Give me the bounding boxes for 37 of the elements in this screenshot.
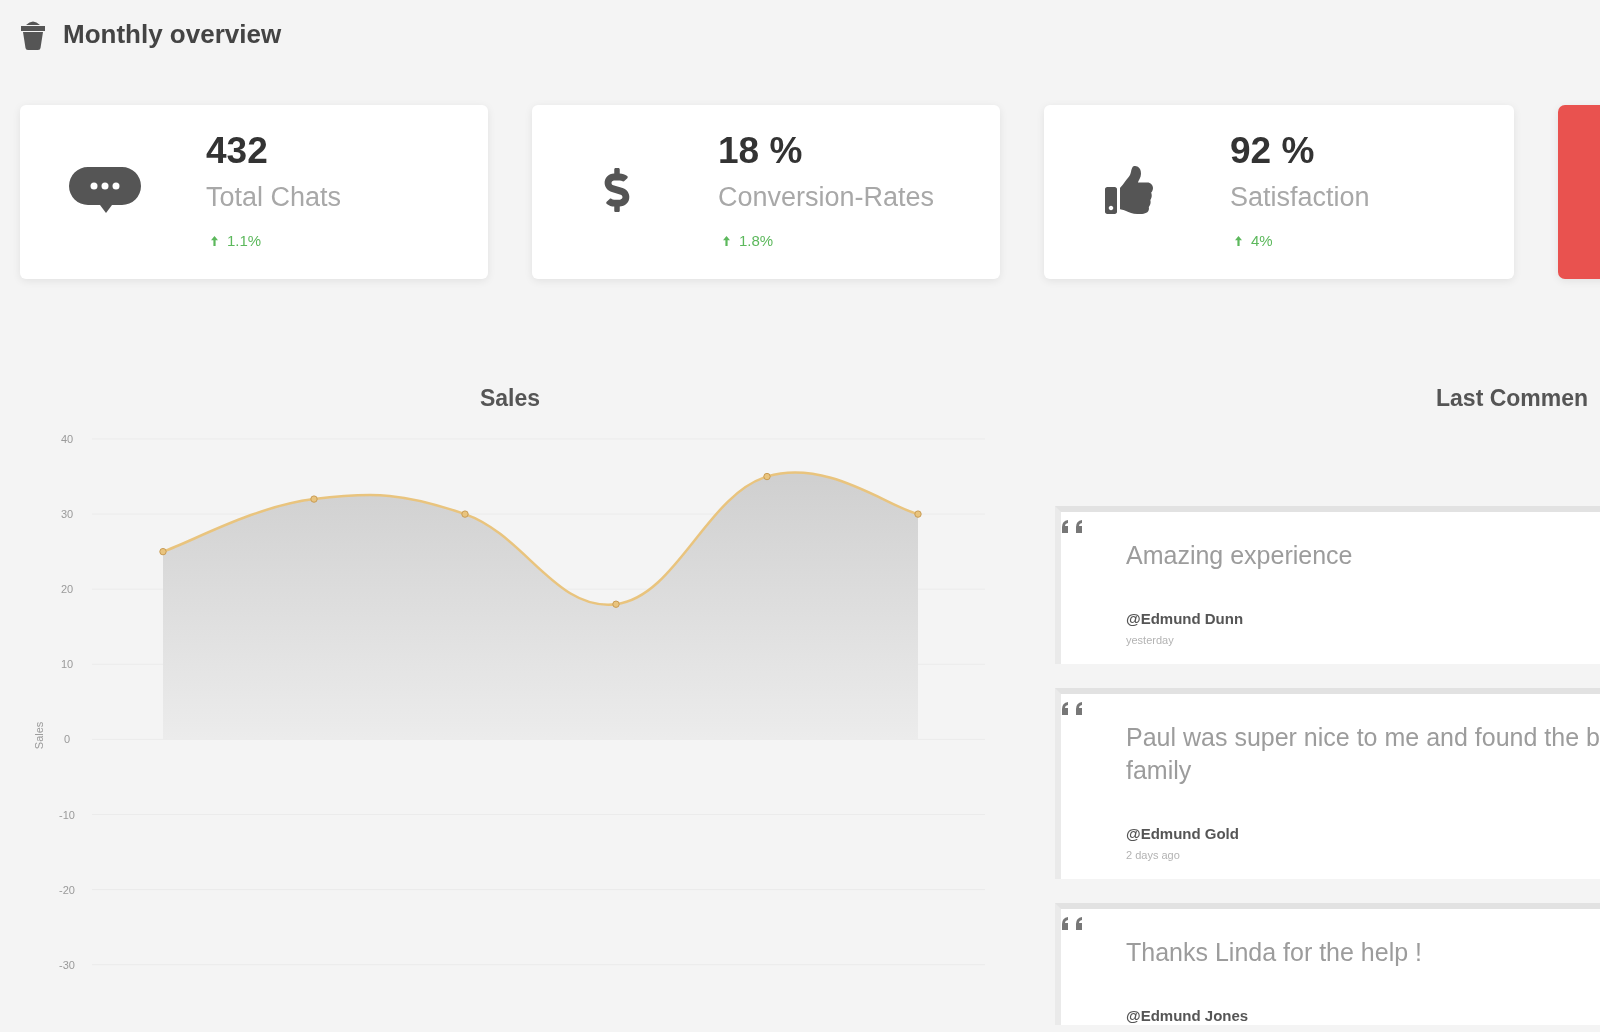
tick-label: 10 [60, 658, 74, 671]
chat-bubble-icon [69, 166, 141, 213]
axis-title: Sales [33, 721, 45, 750]
thumbs-up-icon [1105, 165, 1153, 214]
stat-change: 1.8% [739, 232, 774, 249]
comment-author: @Edmund Gold [1126, 825, 1239, 843]
data-point [159, 547, 167, 556]
comment-author: @Edmund Dunn [1126, 610, 1244, 628]
page-title: Monthly overview [63, 18, 282, 50]
comment-date: 2 days ago [1126, 848, 1180, 863]
comment-date: yesterday [1126, 633, 1174, 648]
data-point [310, 495, 318, 503]
stat-change: 1.1% [227, 232, 262, 249]
comment-text: Thanks Linda for the help ! [1126, 937, 1423, 968]
tick-label: -10 [59, 808, 75, 821]
stat-value: 18 % [718, 128, 803, 173]
section-title: Last Commen [1436, 384, 1589, 413]
tick-label: -30 [59, 958, 75, 971]
tick-label: 30 [60, 508, 74, 521]
stat-value: 432 [206, 128, 268, 173]
chart-title: Sales [479, 384, 541, 413]
stat-label: Satisfaction [1230, 180, 1370, 214]
tick-label: 20 [60, 583, 74, 596]
data-point [612, 600, 620, 608]
stat-change: 4% [1251, 232, 1273, 249]
stat-label: Total Chats [206, 180, 342, 214]
stat-value: 92 % [1230, 128, 1315, 173]
tick-label: -20 [59, 883, 75, 896]
comment-author: @Edmund Jones [1126, 1007, 1249, 1025]
data-point [914, 510, 922, 518]
tick-label: 40 [60, 433, 74, 445]
tick-label: 0 [63, 733, 71, 746]
data-point [763, 472, 771, 481]
comment-text: Amazing experience [1126, 540, 1353, 571]
stat-label: Conversion-Rates [718, 180, 935, 214]
comment-text: Paul was super nice to me and found the b family [1126, 722, 1600, 786]
data-point [461, 510, 469, 518]
